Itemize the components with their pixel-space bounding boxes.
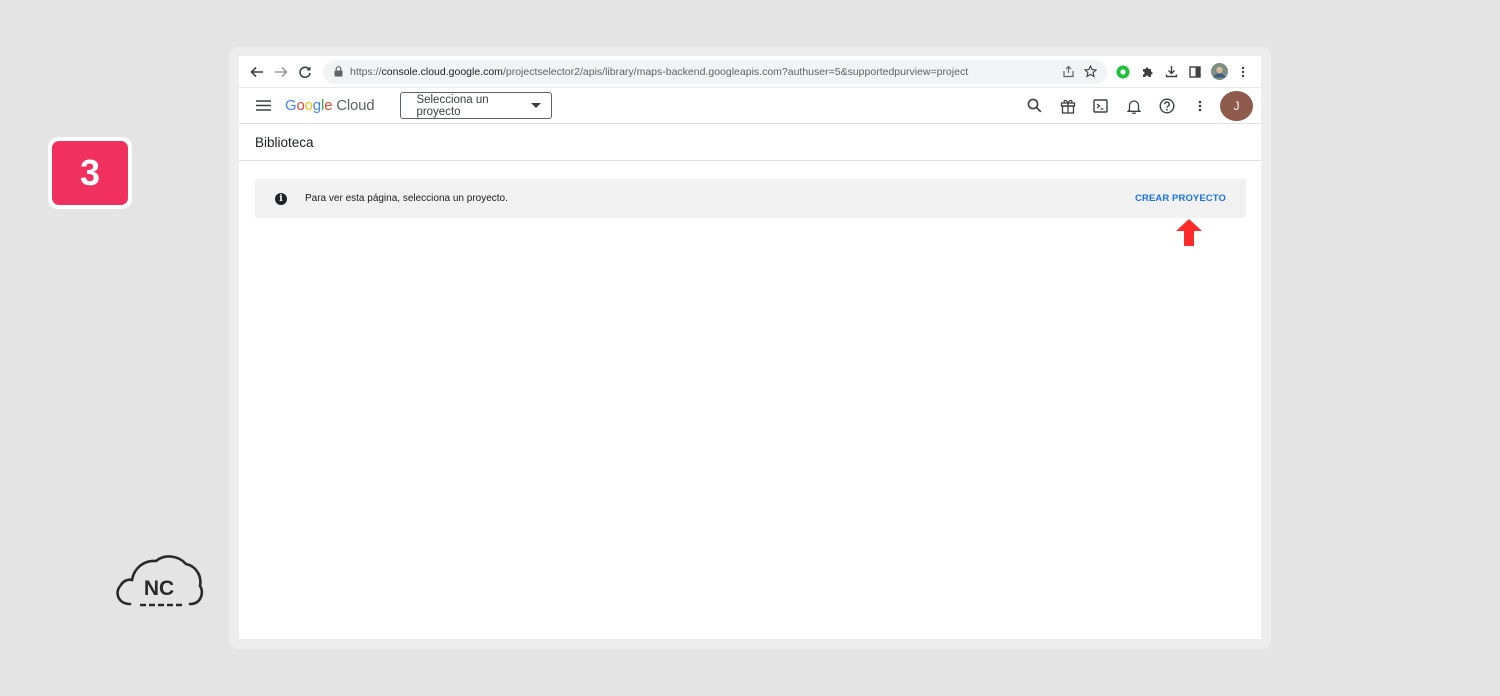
puzzle-extensions-icon[interactable]	[1135, 60, 1159, 84]
back-arrow-icon[interactable]	[245, 60, 269, 84]
notifications-bell-icon[interactable]	[1117, 91, 1150, 121]
forward-arrow-icon[interactable]	[269, 60, 293, 84]
url-text[interactable]: https://console.cloud.google.com/project…	[350, 66, 1057, 78]
console-header: GoogleCloud Selecciona un proyecto	[239, 88, 1261, 124]
step-badge: 3	[48, 137, 132, 209]
page-title: Biblioteca	[255, 134, 314, 150]
page-title-bar: Biblioteca	[239, 124, 1261, 161]
help-icon[interactable]	[1150, 91, 1183, 121]
download-icon[interactable]	[1159, 60, 1183, 84]
browser-window: https://console.cloud.google.com/project…	[239, 56, 1261, 639]
url-path: /projectselector2/apis/library/maps-back…	[502, 65, 969, 78]
info-icon: i	[275, 192, 287, 205]
profile-avatar-icon[interactable]	[1207, 60, 1231, 84]
step-number: 3	[52, 141, 128, 205]
project-selector[interactable]: Selecciona un proyecto	[400, 92, 553, 119]
url-host: console.cloud.google.com	[381, 65, 503, 78]
notice-message: Para ver esta página, selecciona un proy…	[305, 193, 508, 204]
select-project-notice: i Para ver esta página, selecciona un pr…	[255, 179, 1246, 218]
caret-down-icon	[531, 103, 542, 108]
hamburger-menu-icon[interactable]	[251, 94, 275, 118]
google-cloud-logo[interactable]: Go o g l e Cloud	[285, 97, 375, 114]
red-arrow-up-icon	[1175, 219, 1203, 246]
side-panel-icon[interactable]	[1183, 60, 1207, 84]
reload-icon[interactable]	[293, 60, 317, 84]
share-icon[interactable]	[1057, 61, 1079, 83]
project-selector-label: Selecciona un proyecto	[416, 93, 489, 118]
cloud-shell-terminal-icon[interactable]	[1084, 91, 1117, 121]
nc-logo-text: NC	[144, 577, 174, 600]
account-avatar[interactable]: J	[1220, 90, 1253, 121]
bookmark-star-icon[interactable]	[1079, 61, 1101, 83]
create-project-button[interactable]: CREAR PROYECTO	[1135, 193, 1226, 204]
lock-icon[interactable]	[331, 65, 345, 79]
green-extension-icon[interactable]	[1111, 60, 1135, 84]
address-bar[interactable]: https://console.cloud.google.com/project…	[323, 59, 1107, 84]
chrome-menu-icon[interactable]	[1231, 60, 1255, 84]
search-icon[interactable]	[1018, 91, 1051, 121]
browser-toolbar: https://console.cloud.google.com/project…	[239, 56, 1261, 88]
nc-cloud-logo: NC	[112, 548, 206, 610]
more-options-icon[interactable]	[1183, 91, 1216, 121]
gift-icon[interactable]	[1051, 91, 1084, 121]
